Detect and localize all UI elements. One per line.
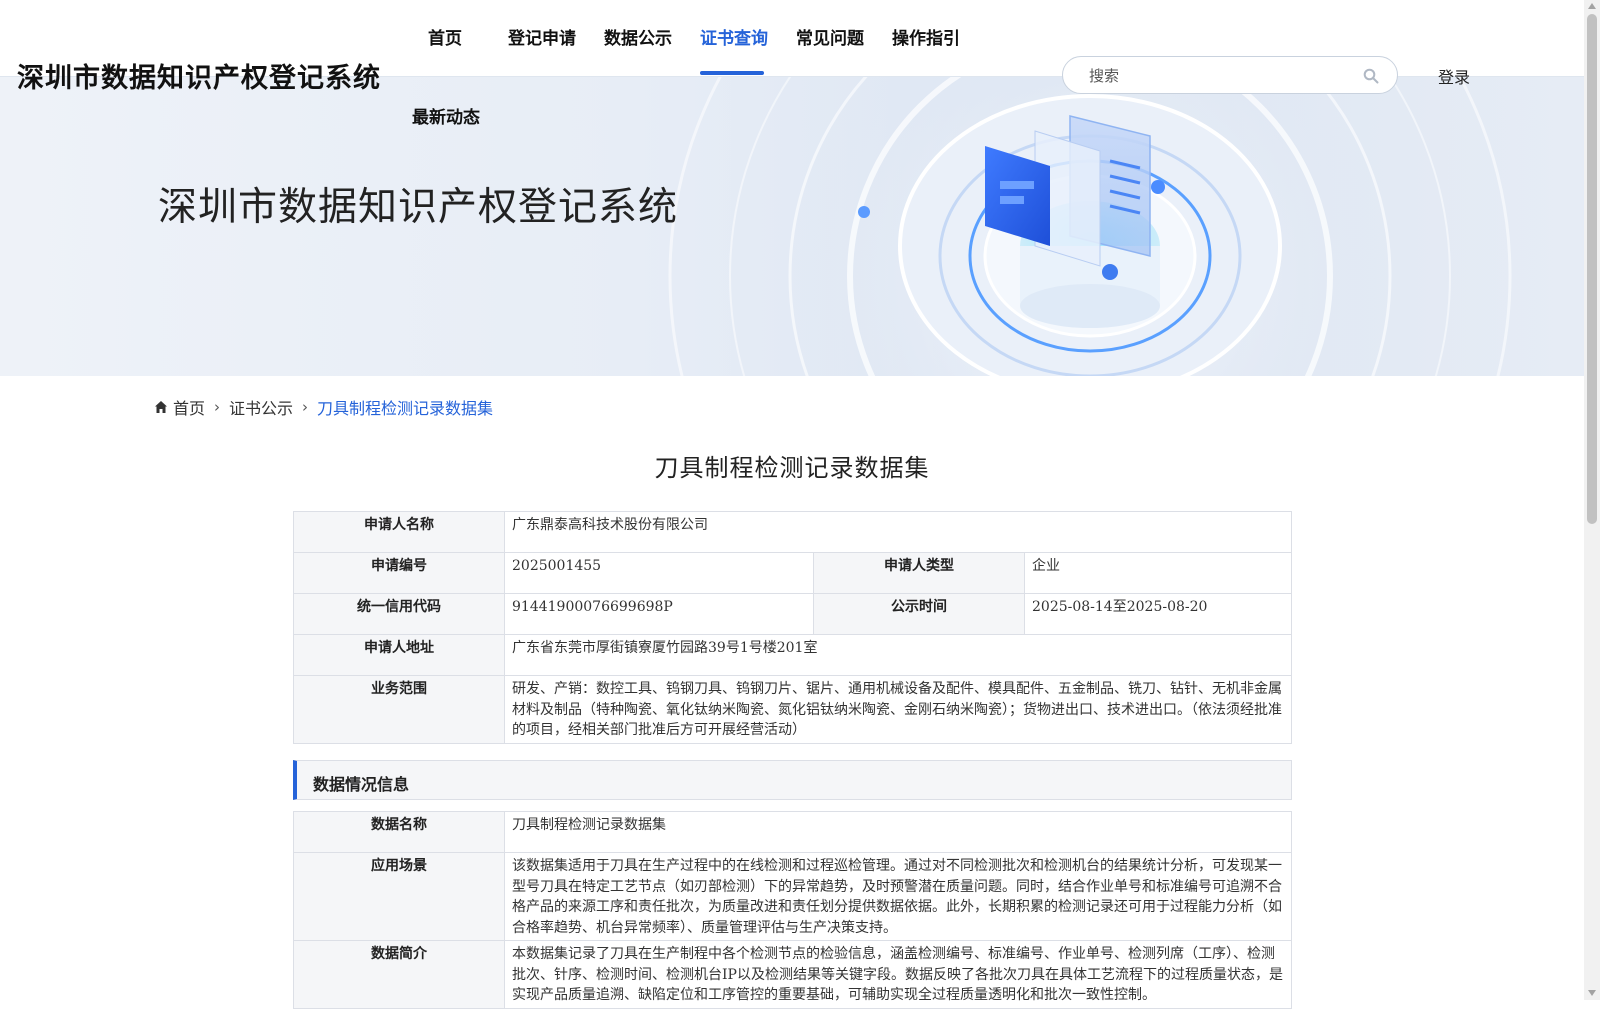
login-link[interactable]: 登录 [1438, 64, 1470, 88]
data-info-table: 数据名称 刀具制程检测记录数据集 应用场景 该数据集适用于刀具在生产过程中的在线… [293, 811, 1292, 1009]
table-row: 业务范围 研发、产销：数控工具、钨钢刀具、钨钢刀片、锯片、通用机械设备及配件、模… [293, 675, 1292, 744]
notice-period-label: 公示时间 [813, 593, 1025, 635]
table-row: 数据简介 本数据集记录了刀具在生产制程中各个检测节点的检验信息，涵盖检测编号、标… [293, 940, 1292, 1009]
table-row: 数据名称 刀具制程检测记录数据集 [293, 811, 1292, 853]
breadcrumb: 首页 › 证书公示 › 刀具制程检测记录数据集 [154, 395, 493, 419]
applicant-address-value: 广东省东莞市厚街镇寮厦竹园路39号1号楼201室 [504, 634, 1292, 676]
breadcrumb-certificate-publicity[interactable]: 证书公示 [229, 395, 293, 419]
breadcrumb-current: 刀具制程检测记录数据集 [317, 399, 494, 418]
vertical-scrollbar[interactable] [1584, 0, 1600, 1000]
breadcrumb-home[interactable]: 首页 [173, 395, 205, 419]
credit-code-value: 91441900076699698P [504, 593, 814, 635]
section-title: 数据情况信息 [313, 775, 410, 794]
site-title: 深圳市数据知识产权登记系统 [17, 63, 381, 94]
credit-code-label: 统一信用代码 [293, 593, 505, 635]
applicant-name-value: 广东鼎泰高科技术股份有限公司 [504, 511, 1292, 553]
chevron-right-icon: › [214, 398, 221, 416]
home-icon [155, 401, 167, 413]
application-scene-label: 应用场景 [293, 852, 505, 941]
nav-active-indicator [700, 71, 764, 75]
table-row: 申请人地址 广东省东莞市厚街镇寮厦竹园路39号1号楼201室 [293, 634, 1292, 676]
nav-faq[interactable]: 常见问题 [796, 24, 864, 49]
nav-register-apply[interactable]: 登记申请 [508, 24, 576, 49]
nav-data-publicity[interactable]: 数据公示 [604, 24, 672, 49]
nav-latest-news[interactable]: 最新动态 [412, 103, 480, 128]
data-name-value: 刀具制程检测记录数据集 [504, 811, 1292, 853]
banner-title: 深圳市数据知识产权登记系统 [158, 185, 679, 230]
page-title: 刀具制程检测记录数据集 [654, 454, 930, 482]
scroll-up-arrow-icon[interactable] [1588, 3, 1596, 9]
table-row: 申请编号 2025001455 申请人类型 企业 [293, 552, 1292, 594]
business-scope-label: 业务范围 [293, 675, 505, 744]
search-icon[interactable] [1363, 68, 1379, 84]
search-box[interactable] [1062, 56, 1398, 94]
application-number-label: 申请编号 [293, 552, 505, 594]
applicant-name-label: 申请人名称 [293, 511, 505, 553]
data-intro-label: 数据简介 [293, 940, 505, 1009]
hero-banner: 深圳市数据知识产权登记系统 [0, 76, 1584, 376]
table-row: 申请人名称 广东鼎泰高科技术股份有限公司 [293, 511, 1292, 553]
business-scope-value: 研发、产销：数控工具、钨钢刀具、钨钢刀片、锯片、通用机械设备及配件、模具配件、五… [504, 675, 1292, 744]
notice-period-value: 2025-08-14至2025-08-20 [1024, 593, 1292, 635]
nav-operation-guide[interactable]: 操作指引 [892, 24, 960, 49]
application-number-value: 2025001455 [504, 552, 814, 594]
data-intro-value: 本数据集记录了刀具在生产制程中各个检测节点的检验信息，涵盖检测编号、标准编号、作… [504, 940, 1292, 1009]
table-row: 统一信用代码 91441900076699698P 公示时间 2025-08-1… [293, 593, 1292, 635]
applicant-type-label: 申请人类型 [813, 552, 1025, 594]
applicant-type-value: 企业 [1024, 552, 1292, 594]
applicant-address-label: 申请人地址 [293, 634, 505, 676]
data-info-section-header: 数据情况信息 [293, 760, 1292, 800]
scrollbar-thumb[interactable] [1587, 14, 1597, 524]
nav-certificate-query[interactable]: 证书查询 [700, 24, 768, 49]
search-input[interactable] [1087, 65, 1361, 87]
chevron-right-icon: › [302, 398, 309, 416]
data-name-label: 数据名称 [293, 811, 505, 853]
applicant-info-table: 申请人名称 广东鼎泰高科技术股份有限公司 申请编号 2025001455 申请人… [293, 511, 1292, 744]
nav-home[interactable]: 首页 [428, 24, 462, 49]
application-scene-value: 该数据集适用于刀具在生产过程中的在线检测和过程巡检管理。通过对不同检测批次和检测… [504, 852, 1292, 941]
scroll-down-arrow-icon[interactable] [1588, 990, 1596, 996]
table-row: 应用场景 该数据集适用于刀具在生产过程中的在线检测和过程巡检管理。通过对不同检测… [293, 852, 1292, 941]
